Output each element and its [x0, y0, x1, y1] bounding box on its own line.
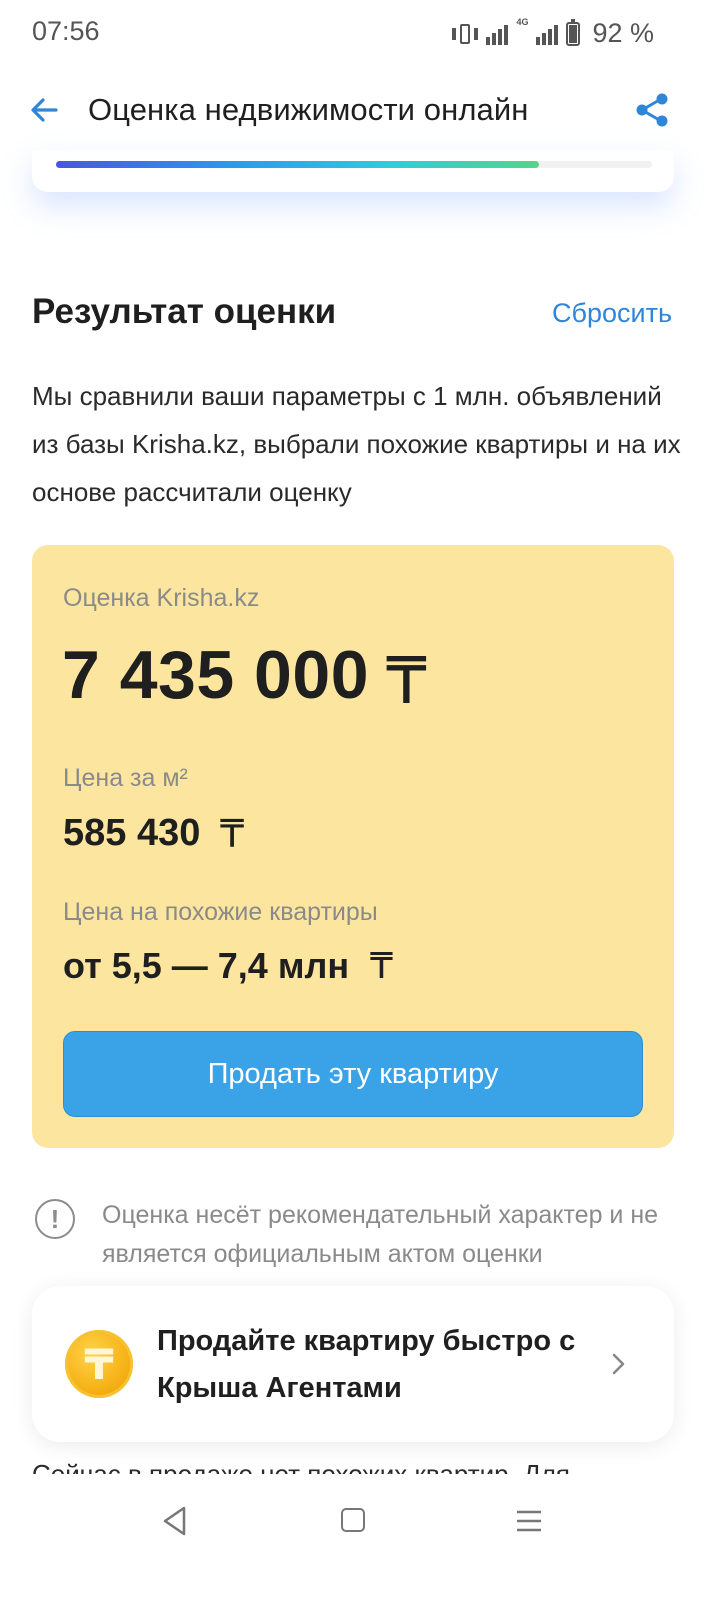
estimate-value: 7 435 000: [62, 637, 370, 713]
disclaimer-text: Оценка несёт рекомендательный характер и…: [102, 1201, 659, 1268]
battery-level: 92 %: [592, 18, 654, 48]
nav-home-icon[interactable]: [341, 1508, 365, 1532]
signal-icon: [486, 23, 509, 45]
estimate-label: Оценка Krisha.kz: [63, 584, 260, 612]
tenge-currency-icon: ₸: [370, 945, 393, 986]
battery-icon: [566, 18, 581, 46]
similar-price-label: Цена на похожие квартиры: [63, 898, 378, 926]
status-time: 07:56: [32, 16, 100, 46]
vibrate-icon: [452, 22, 479, 46]
network-type: 4G: [516, 17, 529, 27]
signal-icon-2: [536, 23, 559, 45]
system-nav-bar: [0, 1474, 720, 1600]
similar-listings-text: Сейчас в продаже нет похожих квартир. Дл…: [32, 1459, 570, 1474]
progress-bar: [56, 161, 539, 168]
page-title: Оценка недвижимости онлайн: [88, 92, 529, 127]
tenge-currency-icon: ₸: [220, 814, 245, 856]
nav-menu-icon[interactable]: [516, 1509, 542, 1533]
status-icons: 4G 92 %: [452, 18, 654, 49]
share-icon[interactable]: [634, 92, 670, 128]
agent-promo-text: Продайте квартиру быстро с Крыша Агентам…: [157, 1325, 576, 1404]
sell-apartment-button[interactable]: Продать эту квартиру: [63, 1031, 643, 1117]
sqm-price-label: Цена за м²: [63, 764, 188, 792]
arrow-left-icon[interactable]: [30, 96, 58, 124]
tenge-currency-icon: ₸: [386, 645, 427, 717]
progress-card: [32, 150, 674, 192]
exclamation-circle-icon: !: [35, 1199, 75, 1239]
similar-price-value: от 5,5 — 7,4 млн: [63, 945, 350, 986]
reset-button[interactable]: Сбросить: [552, 298, 672, 329]
result-title: Результат оценки: [32, 292, 337, 331]
result-description: Мы сравнили ваши параметры с 1 млн. объя…: [32, 381, 681, 507]
chevron-right-icon: [612, 1353, 625, 1375]
tenge-coin-icon: ₸: [65, 1330, 133, 1398]
sqm-price-value: 585 430: [63, 812, 201, 854]
nav-back-icon[interactable]: [160, 1505, 190, 1537]
